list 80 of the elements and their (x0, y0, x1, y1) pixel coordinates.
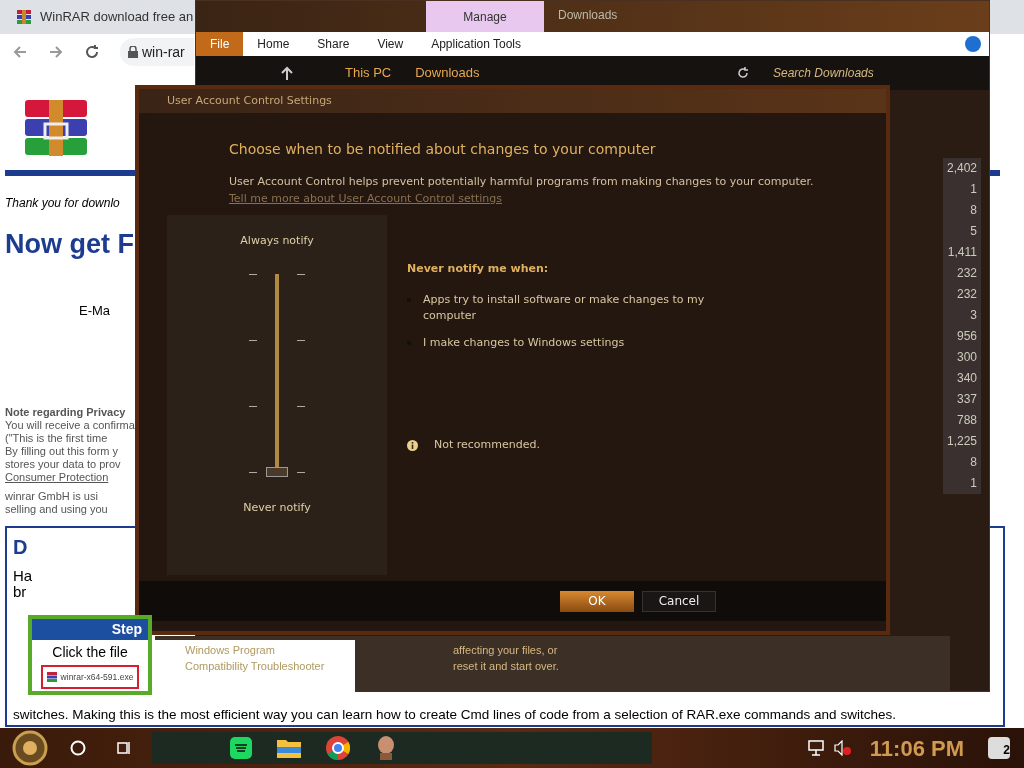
privacy-text: By filling out this form y (5, 445, 120, 458)
file-size: 956 (956, 328, 977, 345)
file-size: 8 (970, 202, 977, 219)
browser-tab[interactable]: WinRAR download free an (40, 7, 194, 27)
search-field[interactable]: Search Downloads (773, 64, 953, 82)
archive-icon (46, 672, 57, 682)
privacy-text: ("This is the first time (5, 432, 109, 445)
email-label: E-Ma (79, 302, 111, 318)
window-title: Downloads (558, 7, 618, 24)
file-size: 340 (956, 370, 977, 387)
browser-icon[interactable] (326, 736, 350, 760)
company-text: winrar GmbH is usi (5, 490, 99, 503)
body-text: Ha (13, 568, 34, 584)
up-arrow-icon[interactable] (281, 66, 293, 80)
ribbon-tab[interactable]: Share (303, 32, 364, 56)
ribbon-tab[interactable]: View (363, 32, 418, 56)
slider-label: Always notify (240, 233, 314, 249)
archive-icon (16, 9, 32, 25)
step-title: Step (32, 619, 148, 640)
file-size: 1 (970, 181, 977, 198)
file-size: 1,411 (947, 244, 977, 261)
bullet-text: Apps try to install software or make changes to my computer (423, 291, 706, 324)
privacy-text: stores your data to prov (5, 458, 122, 471)
file-size: 8 (970, 454, 977, 471)
file-size: 232 (956, 265, 977, 282)
privacy-heading: Note regarding Privacy (5, 406, 127, 419)
app-icon[interactable] (375, 735, 397, 761)
bullet-text: I make changes to Windows settings (423, 334, 626, 351)
troubleshooter-text: Windows Program (185, 643, 276, 658)
file-size: 2,402 (946, 160, 977, 177)
info-icon (407, 439, 418, 451)
notification-button[interactable]: 2 (988, 737, 1010, 759)
dialog-description: User Account Control helps prevent potentially harmful programs from making changes to your computer. (229, 174, 815, 190)
network-icon[interactable] (807, 740, 826, 756)
dialog-button[interactable]: OK (560, 590, 634, 612)
context-tab[interactable]: Manage (426, 1, 544, 32)
dialog-title: User Account Control Settings (167, 92, 332, 109)
panel-heading: Never notify me when: (407, 261, 550, 277)
slider-thumb[interactable] (266, 466, 288, 477)
ribbon-tab[interactable]: Home (243, 32, 304, 56)
troubleshooter-text: Compatibility Troubleshooter (185, 659, 326, 674)
reload-icon[interactable] (84, 44, 100, 60)
slider-label: Never notify (243, 499, 311, 516)
file-size: 300 (956, 349, 977, 366)
troubleshooter-text: affecting your files, or (453, 643, 559, 658)
search-circle-icon[interactable] (70, 740, 86, 756)
intro-text: Thank you for downlo (5, 196, 120, 210)
file-size: 788 (956, 412, 977, 429)
company-text: selling and using you (5, 503, 109, 516)
music-app-icon[interactable] (230, 737, 252, 759)
refresh-icon[interactable] (737, 67, 749, 79)
help-link[interactable]: Tell me more about User Account Control settings (229, 190, 503, 207)
footer-text: switches. Making this is the most efficient way you can learn how to create Cmd lines of code from a selection of RAR.exe commands and switches. (13, 707, 896, 722)
note-text: Not recommended. (434, 437, 540, 453)
file-size: 232 (956, 286, 977, 303)
dialog-button[interactable]: Cancel (642, 590, 716, 612)
page-heading: Now get F (5, 229, 134, 259)
privacy-text: You will receive a confirma (5, 419, 136, 432)
back-icon[interactable] (12, 44, 28, 60)
ribbon-tab[interactable]: File (196, 32, 244, 56)
clock-text[interactable]: 11:06 PM (869, 731, 964, 765)
file-size: 337 (956, 391, 977, 408)
dialog-heading: Choose when to be notified about changes to your computer (229, 140, 657, 159)
address-bar[interactable]: win-rar (120, 38, 194, 66)
ribbon-tab[interactable]: Application Tools (417, 32, 536, 56)
file-size: 1 (970, 475, 977, 492)
archive-logo-icon (25, 100, 87, 156)
box-heading: D (13, 535, 29, 560)
step-instruction: Click the file (52, 643, 128, 662)
task-view-icon[interactable] (116, 740, 132, 756)
muted-speaker-icon[interactable] (833, 740, 852, 756)
forward-icon[interactable] (48, 44, 64, 60)
file-size: 3 (970, 307, 977, 324)
file-chip[interactable]: winrar-x64-591.exe (40, 665, 140, 689)
troubleshooter-text: reset it and start over. (453, 659, 559, 674)
folder-icon[interactable] (277, 738, 301, 758)
lock-icon (128, 46, 138, 58)
address-field[interactable]: This PC Downloads (305, 63, 725, 83)
file-size: 5 (970, 223, 977, 240)
file-size: 1,225 (946, 433, 977, 450)
